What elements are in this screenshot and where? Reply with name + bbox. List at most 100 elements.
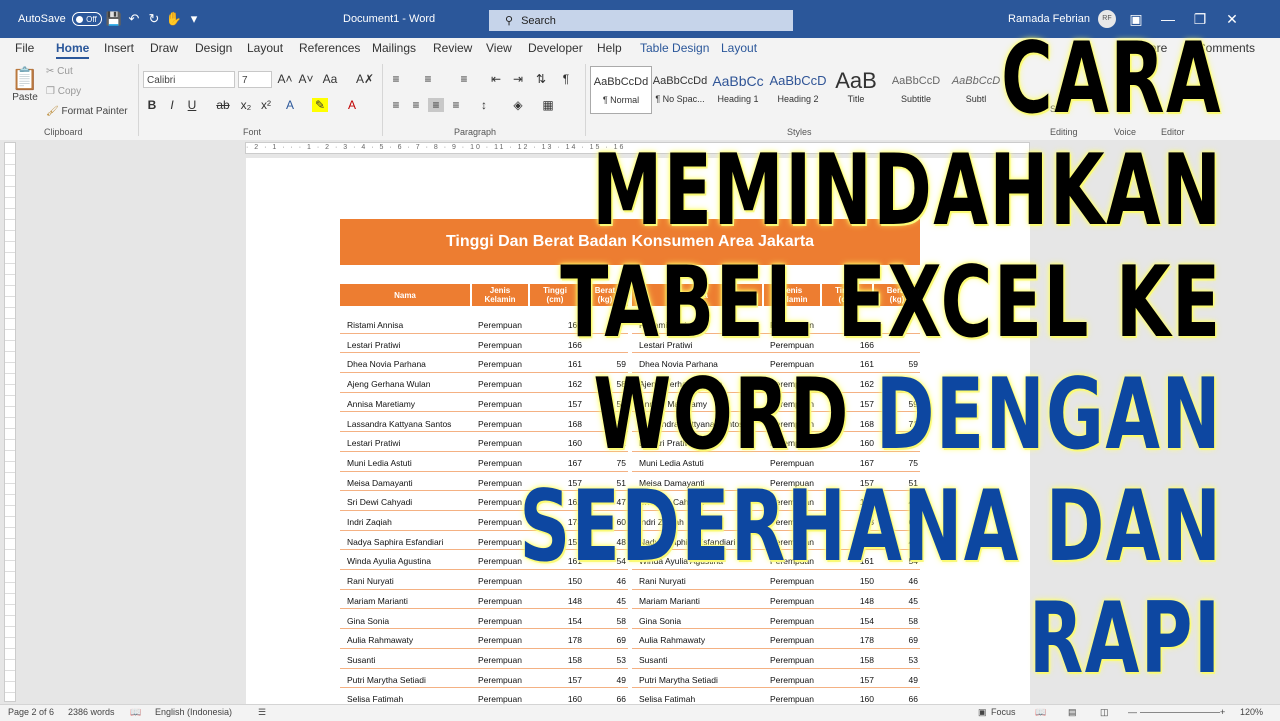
tab-draw[interactable]: Draw bbox=[150, 41, 178, 55]
style-subtle-emphasis[interactable]: AaBbCcD Subtl bbox=[946, 66, 1006, 112]
cell-name: Lestari Pratiwi bbox=[347, 339, 401, 350]
table-row[interactable]: Annisa Maretiamy Perempuan 157 59 bbox=[340, 393, 628, 413]
cell-name: Susanti bbox=[347, 654, 376, 665]
table-row[interactable]: Susanti Perempuan 158 53 bbox=[632, 649, 920, 669]
table-row[interactable]: Selisa Fatimah Perempuan 160 66 bbox=[340, 688, 628, 704]
focus-button[interactable]: Focus bbox=[991, 707, 1016, 717]
zoom-slider[interactable] bbox=[1140, 712, 1220, 713]
tab-table-layout[interactable]: Layout bbox=[721, 41, 757, 55]
read-mode-icon[interactable]: 📖 bbox=[1035, 707, 1046, 718]
bold-icon[interactable]: B bbox=[144, 98, 160, 112]
sort-icon[interactable]: ⇅ bbox=[533, 72, 549, 86]
table-row[interactable]: Putri Marytha Setiadi Perempuan 157 49 bbox=[632, 669, 920, 689]
word-count[interactable]: 2386 words bbox=[68, 707, 115, 717]
increase-indent-icon[interactable]: ⇥ bbox=[510, 72, 526, 86]
tab-home[interactable]: Home bbox=[56, 41, 90, 59]
underline-icon[interactable]: U bbox=[184, 98, 200, 112]
align-right-icon[interactable]: ≡ bbox=[428, 98, 444, 112]
style-subtitle[interactable]: AaBbCcD Subtitle bbox=[886, 66, 946, 112]
clear-formatting-icon[interactable]: A✗ bbox=[356, 72, 374, 86]
decrease-indent-icon[interactable]: ⇤ bbox=[488, 72, 504, 86]
customize-toolbar-icon[interactable]: ▾ bbox=[184, 11, 204, 27]
align-left-icon[interactable]: ≡ bbox=[388, 98, 404, 112]
table-row[interactable]: Mariam Marianti Perempuan 148 45 bbox=[340, 590, 628, 610]
autosave-control[interactable]: AutoSave Off bbox=[18, 0, 102, 38]
tab-design[interactable]: Design bbox=[195, 41, 232, 55]
superscript-icon[interactable]: x² bbox=[258, 98, 274, 112]
style-no-spacing[interactable]: AaBbCcDd ¶ No Spac... bbox=[650, 66, 710, 112]
undo-icon[interactable]: ↶ bbox=[124, 11, 144, 27]
cell-name: Nadya Saphira Esfandiari bbox=[347, 536, 444, 547]
table-row[interactable]: Putri Marytha Setiadi Perempuan 157 49 bbox=[340, 669, 628, 689]
numbering-icon[interactable]: ≡ bbox=[420, 72, 436, 86]
table-row[interactable]: Ajeng Gerhana Wulan Perempuan 162 58 bbox=[340, 373, 628, 393]
style-sample: AaB bbox=[835, 68, 877, 93]
table-row[interactable]: Muni Ledia Astuti Perempuan 167 75 bbox=[340, 452, 628, 472]
grow-font-icon[interactable]: A˄ bbox=[277, 72, 293, 86]
cell-weight: 58 bbox=[908, 615, 918, 626]
highlight-icon[interactable]: ✎ bbox=[312, 98, 328, 112]
italic-icon[interactable]: I bbox=[164, 98, 180, 112]
tab-view[interactable]: View bbox=[486, 41, 512, 55]
tab-layout[interactable]: Layout bbox=[247, 41, 283, 55]
table-row[interactable]: Susanti Perempuan 158 53 bbox=[340, 649, 628, 669]
zoom-out-icon[interactable]: — bbox=[1128, 707, 1137, 717]
print-layout-icon[interactable]: ▤ bbox=[1068, 707, 1077, 718]
text-effects-icon[interactable]: A bbox=[282, 98, 298, 112]
save-icon[interactable]: 💾 bbox=[104, 11, 124, 27]
table-row[interactable]: Selisa Fatimah Perempuan 160 66 bbox=[632, 688, 920, 704]
table-row[interactable]: Gina Sonia Perempuan 154 58 bbox=[632, 610, 920, 630]
table-row[interactable]: Lestari Pratiwi Perempuan 160 52 bbox=[340, 432, 628, 452]
tab-developer[interactable]: Developer bbox=[528, 41, 583, 55]
redo-icon[interactable]: ↻ bbox=[144, 11, 164, 27]
language[interactable]: English (Indonesia) bbox=[155, 707, 232, 717]
justify-icon[interactable]: ≡ bbox=[448, 98, 464, 112]
table-row[interactable]: Lassandra Kattyana Santos Perempuan 168 71 bbox=[340, 413, 628, 433]
copy-button[interactable]: ❐ Copy bbox=[46, 86, 81, 97]
tab-references[interactable]: References bbox=[299, 41, 360, 55]
zoom-in-icon[interactable]: + bbox=[1220, 707, 1225, 717]
shading-icon[interactable]: ◈ bbox=[510, 98, 526, 112]
style-heading-2[interactable]: AaBbCcD Heading 2 bbox=[768, 66, 828, 112]
font-size-select[interactable]: 7 bbox=[238, 71, 272, 88]
page-count[interactable]: Page 2 of 6 bbox=[8, 707, 54, 717]
borders-icon[interactable]: ▦ bbox=[540, 98, 556, 112]
format-painter-button[interactable]: 🖌 Format Painter bbox=[46, 106, 128, 117]
table-row[interactable]: Aulia Rahmawaty Perempuan 178 69 bbox=[632, 629, 920, 649]
focus-icon: ▣ bbox=[978, 707, 987, 717]
cut-button[interactable]: ✂ Cut bbox=[46, 66, 73, 77]
cell-gender: Perempuan bbox=[770, 635, 814, 646]
autosave-toggle[interactable]: Off bbox=[71, 12, 102, 26]
style-normal[interactable]: AaBbCcDd ¶ Normal bbox=[590, 66, 652, 114]
align-center-icon[interactable]: ≡ bbox=[408, 98, 424, 112]
table-row[interactable]: Gina Sonia Perempuan 154 58 bbox=[340, 610, 628, 630]
proofing-icon[interactable]: 📖 bbox=[130, 707, 141, 718]
paste-button[interactable]: 📋 Paste bbox=[10, 66, 40, 103]
touch-mode-icon[interactable]: ✋ bbox=[164, 11, 184, 27]
tab-mailings[interactable]: Mailings bbox=[372, 41, 416, 55]
style-title[interactable]: AaB Title bbox=[826, 66, 886, 112]
style-heading-1[interactable]: AaBbCc Heading 1 bbox=[708, 66, 768, 112]
shrink-font-icon[interactable]: A˅ bbox=[298, 72, 314, 86]
subscript-icon[interactable]: x₂ bbox=[238, 98, 254, 112]
multilevel-list-icon[interactable]: ≡ bbox=[456, 72, 472, 86]
table-row[interactable]: Aulia Rahmawaty Perempuan 178 69 bbox=[340, 629, 628, 649]
overlay-word: WORD bbox=[593, 358, 850, 472]
table-row[interactable]: Mariam Marianti Perempuan 148 45 bbox=[632, 590, 920, 610]
tab-insert[interactable]: Insert bbox=[104, 41, 134, 55]
tab-review[interactable]: Review bbox=[433, 41, 472, 55]
tab-file[interactable]: File bbox=[15, 41, 34, 55]
tab-help[interactable]: Help bbox=[597, 41, 622, 55]
zoom-level[interactable]: 120% bbox=[1240, 707, 1263, 717]
font-color-icon[interactable]: A bbox=[344, 98, 360, 112]
web-layout-icon[interactable]: ◫ bbox=[1100, 707, 1109, 718]
tab-table-design[interactable]: Table Design bbox=[640, 41, 709, 55]
font-name-select[interactable]: Calibri bbox=[143, 71, 235, 88]
pilcrow-icon[interactable]: ¶ bbox=[558, 72, 574, 86]
strikethrough-icon[interactable]: ab bbox=[215, 98, 231, 112]
line-spacing-icon[interactable]: ↕ bbox=[476, 98, 492, 112]
accessibility-icon[interactable]: ☰ bbox=[258, 707, 266, 718]
search-box[interactable]: ⚲ Search bbox=[489, 10, 793, 31]
bullets-icon[interactable]: ≡ bbox=[388, 72, 404, 86]
change-case-icon[interactable]: Aa bbox=[322, 72, 338, 86]
